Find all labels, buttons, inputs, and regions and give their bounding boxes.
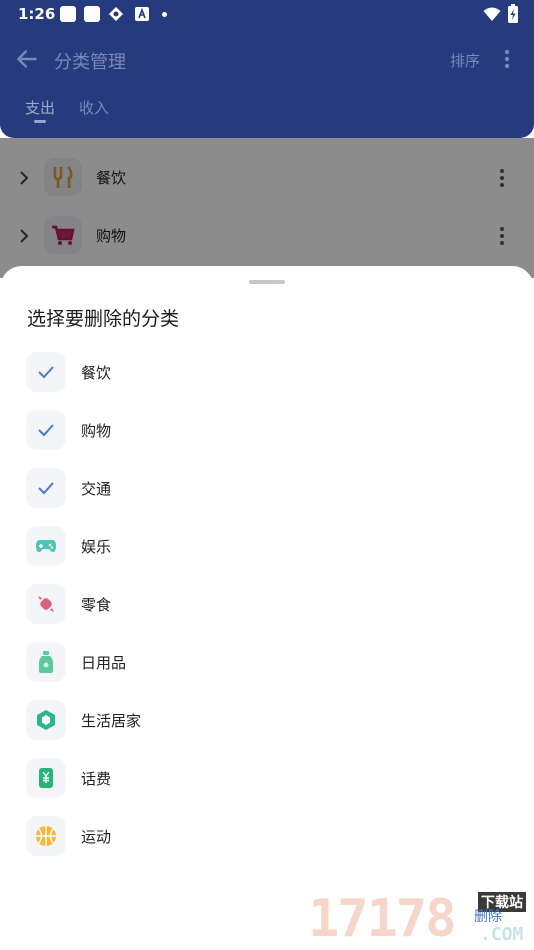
check-icon: [26, 352, 66, 392]
delete-option[interactable]: 日用品: [26, 642, 506, 684]
bottom-sheet: 选择要删除的分类 餐饮 购物 交通 娱乐 零食 日用品 生活居家 话费 运动: [0, 266, 534, 950]
delete-option[interactable]: 交通: [26, 468, 506, 510]
delete-button[interactable]: 删除: [474, 906, 502, 926]
option-label: 运动: [81, 828, 112, 846]
option-label: 餐饮: [81, 364, 112, 382]
delete-option[interactable]: 运动: [26, 816, 506, 858]
cube-icon: [26, 700, 66, 740]
candy-icon: [26, 584, 66, 624]
basketball-icon: [26, 816, 66, 856]
drag-handle[interactable]: [249, 280, 285, 284]
phone-bill-icon: [26, 758, 66, 798]
watermark-suffix: .COM: [480, 924, 524, 945]
delete-option[interactable]: 娱乐: [26, 526, 506, 568]
check-icon: [26, 410, 66, 450]
delete-option[interactable]: 购物: [26, 410, 506, 452]
delete-option[interactable]: 生活居家: [26, 700, 506, 742]
option-label: 购物: [81, 422, 112, 440]
option-label: 零食: [81, 596, 112, 614]
option-label: 日用品: [81, 654, 127, 672]
delete-option[interactable]: 餐饮: [26, 352, 506, 394]
modal-scrim[interactable]: [0, 138, 534, 278]
delete-option[interactable]: 零食: [26, 584, 506, 626]
option-label: 生活居家: [81, 712, 142, 730]
option-label: 交通: [81, 480, 112, 498]
gamepad-icon: [26, 526, 66, 566]
check-icon: [26, 468, 66, 508]
bottle-icon: [26, 642, 66, 682]
appbar-scrim: [0, 0, 534, 138]
sheet-title: 选择要删除的分类: [27, 308, 180, 330]
delete-option[interactable]: 话费: [26, 758, 506, 800]
option-label: 话费: [81, 770, 112, 788]
watermark-digits: 17178: [308, 889, 457, 949]
option-label: 娱乐: [81, 538, 112, 556]
